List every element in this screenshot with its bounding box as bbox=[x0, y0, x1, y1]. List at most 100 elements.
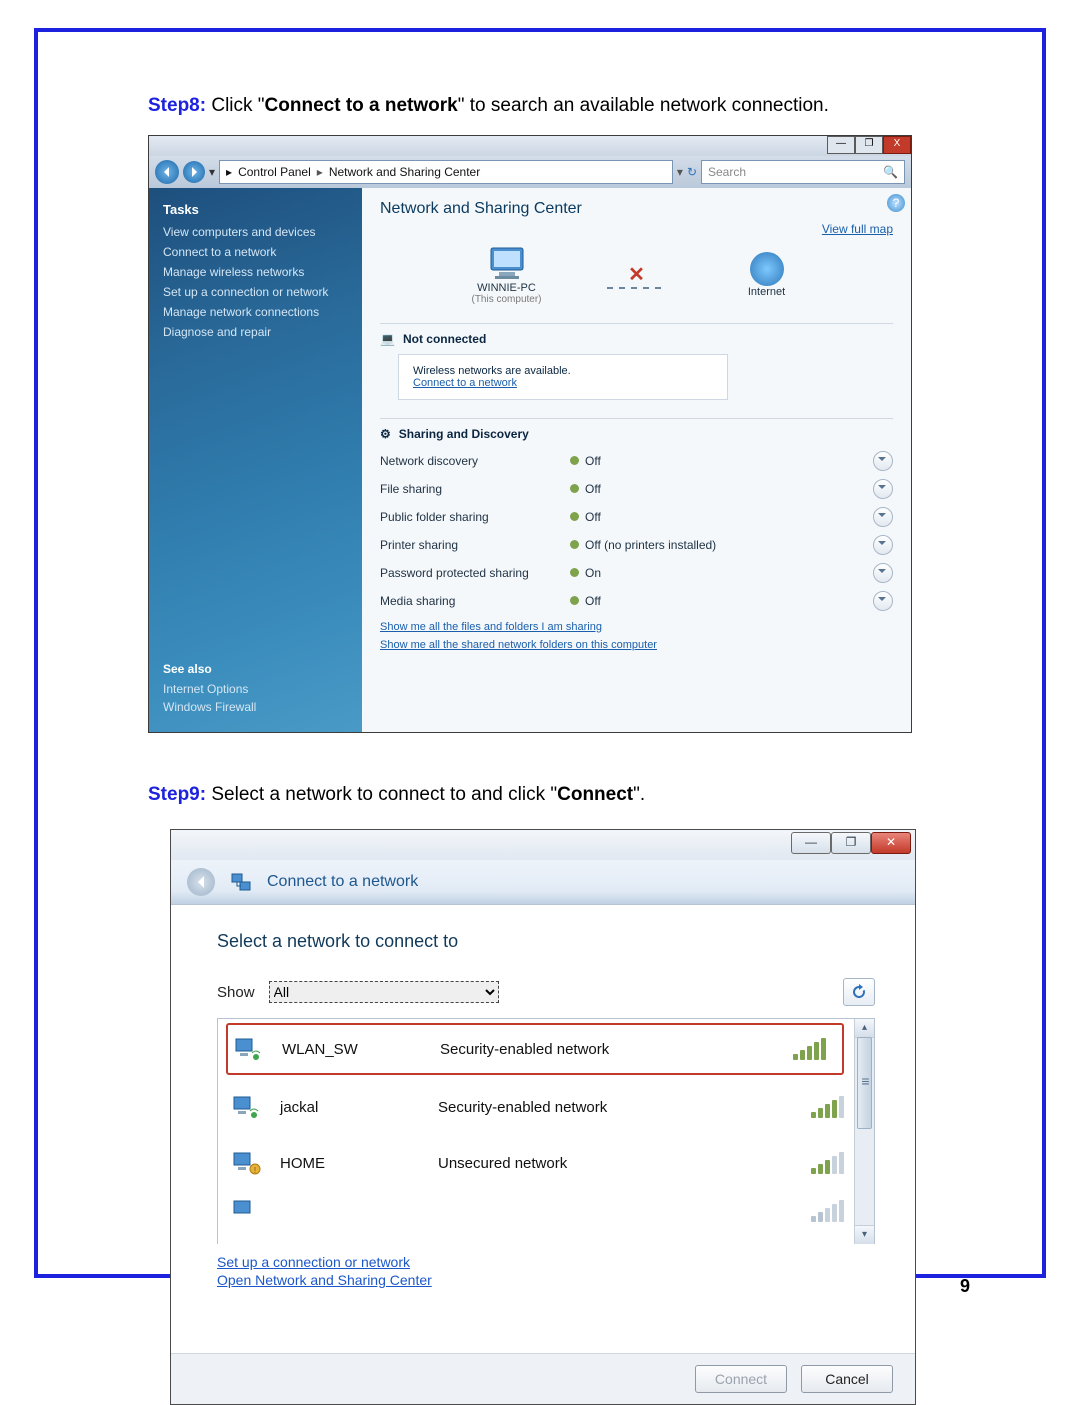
dialog-header: Connect to a network bbox=[171, 860, 915, 905]
expand-button[interactable] bbox=[873, 591, 893, 611]
signal-strength-icon bbox=[811, 1200, 844, 1222]
status-dot-icon bbox=[570, 512, 579, 521]
signal-strength-icon bbox=[793, 1038, 826, 1060]
step9-label: Step9: bbox=[148, 784, 206, 805]
task-setup-connection[interactable]: Set up a connection or network bbox=[163, 285, 350, 299]
screenshot-connect-to-network: — ❐ ✕ Connect to a network Select a netw… bbox=[170, 829, 916, 1405]
wifi-network-unsecured-icon: ! bbox=[232, 1149, 262, 1177]
row-network-discovery: Network discovery Off bbox=[380, 447, 893, 475]
network-row-partial[interactable] bbox=[218, 1191, 874, 1231]
computer-icon bbox=[487, 246, 527, 282]
expand-button[interactable] bbox=[873, 479, 893, 499]
row-public-folder: Public folder sharing Off bbox=[380, 503, 893, 531]
breadcrumb[interactable]: ▸ Control Panel ▸ Network and Sharing Ce… bbox=[219, 160, 673, 184]
not-connected-section: 💻Not connected Wireless networks are ava… bbox=[380, 323, 893, 400]
dialog-footer: Connect Cancel bbox=[171, 1353, 915, 1404]
breadcrumb-network-sharing[interactable]: Network and Sharing Center bbox=[329, 165, 480, 179]
back-button[interactable] bbox=[187, 868, 215, 896]
see-also-windows-firewall[interactable]: Windows Firewall bbox=[163, 700, 256, 714]
map-line bbox=[607, 287, 667, 289]
map-this-pc: WINNIE-PC (This computer) bbox=[447, 246, 567, 305]
globe-icon bbox=[750, 252, 784, 286]
step9-text: Step9: Select a network to connect to an… bbox=[148, 781, 942, 810]
row-media-sharing: Media sharing Off bbox=[380, 587, 893, 615]
minimize-button[interactable]: — bbox=[827, 136, 855, 154]
task-diagnose[interactable]: Diagnose and repair bbox=[163, 325, 350, 339]
breadcrumb-control-panel[interactable]: Control Panel bbox=[238, 165, 311, 179]
dialog-heading: Select a network to connect to bbox=[217, 931, 875, 952]
map-internet: Internet bbox=[707, 252, 827, 298]
dialog-title: Connect to a network bbox=[267, 873, 418, 891]
content-pane: ? Network and Sharing Center View full m… bbox=[362, 188, 911, 732]
tasks-sidebar: Tasks View computers and devices Connect… bbox=[149, 188, 362, 732]
see-also-heading: See also bbox=[163, 662, 256, 676]
refresh-button[interactable] bbox=[843, 978, 875, 1006]
network-icon bbox=[231, 872, 251, 892]
search-icon: 🔍 bbox=[883, 165, 898, 179]
task-connect-network[interactable]: Connect to a network bbox=[163, 245, 350, 259]
computer-small-icon: 💻 bbox=[380, 332, 395, 346]
expand-button[interactable] bbox=[873, 507, 893, 527]
expand-button[interactable] bbox=[873, 563, 893, 583]
back-button[interactable] bbox=[155, 160, 179, 184]
status-dot-icon bbox=[570, 596, 579, 605]
status-dot-icon bbox=[570, 540, 579, 549]
search-input[interactable]: Search 🔍 bbox=[701, 160, 905, 184]
page-title: Network and Sharing Center bbox=[380, 200, 893, 218]
row-printer-sharing: Printer sharing Off (no printers install… bbox=[380, 531, 893, 559]
see-also-section: See also Internet Options Windows Firewa… bbox=[163, 662, 256, 718]
tasks-heading: Tasks bbox=[163, 202, 350, 217]
screenshot-network-sharing-center: — ❐ X ▾ ▸ Control Panel ▸ Network and Sh… bbox=[148, 135, 912, 733]
task-manage-connections[interactable]: Manage network connections bbox=[163, 305, 350, 319]
show-dropdown[interactable]: All bbox=[269, 981, 499, 1003]
connect-button[interactable]: Connect bbox=[695, 1365, 787, 1393]
sharing-icon: ⚙ bbox=[380, 427, 391, 441]
network-row-selected[interactable]: WLAN_SW Security-enabled network bbox=[226, 1023, 844, 1075]
show-filter-row: Show All bbox=[217, 978, 875, 1006]
status-dot-icon bbox=[570, 568, 579, 577]
page-number: 9 bbox=[960, 1276, 970, 1297]
maximize-button[interactable]: ❐ bbox=[831, 832, 871, 854]
network-map: WINNIE-PC (This computer) ✕ Internet bbox=[380, 246, 893, 305]
row-file-sharing: File sharing Off bbox=[380, 475, 893, 503]
status-dot-icon bbox=[570, 484, 579, 493]
row-password-sharing: Password protected sharing On bbox=[380, 559, 893, 587]
svg-text:!: ! bbox=[254, 1166, 256, 1175]
task-view-computers[interactable]: View computers and devices bbox=[163, 225, 350, 239]
wifi-network-icon bbox=[234, 1035, 264, 1063]
expand-button[interactable] bbox=[873, 451, 893, 471]
step8-label: Step8: bbox=[148, 95, 206, 116]
open-network-center-link[interactable]: Open Network and Sharing Center bbox=[217, 1272, 875, 1288]
show-label: Show bbox=[217, 984, 255, 1001]
scroll-up-button[interactable]: ▴ bbox=[855, 1019, 874, 1038]
step8-text: Step8: Click "Connect to a network" to s… bbox=[148, 92, 942, 121]
bottom-links: Set up a connection or network Open Netw… bbox=[217, 1254, 875, 1288]
wifi-network-icon bbox=[232, 1197, 262, 1225]
refresh-icon bbox=[851, 984, 867, 1000]
network-list: ▴ ≡ ▾ WLAN_SW Security-enabled network bbox=[217, 1018, 875, 1244]
network-row[interactable]: ! HOME Unsecured network bbox=[218, 1135, 874, 1191]
forward-button[interactable] bbox=[183, 161, 205, 183]
show-me-files-link[interactable]: Show me all the files and folders I am s… bbox=[380, 621, 893, 633]
show-me-folders-link[interactable]: Show me all the shared network folders o… bbox=[380, 639, 893, 651]
wifi-network-icon bbox=[232, 1093, 262, 1121]
maximize-button[interactable]: ❐ bbox=[855, 136, 883, 154]
wireless-available-box: Wireless networks are available. Connect… bbox=[398, 354, 728, 400]
signal-strength-icon bbox=[811, 1152, 844, 1174]
connect-to-network-link[interactable]: Connect to a network bbox=[413, 377, 517, 389]
close-button[interactable]: X bbox=[883, 136, 911, 154]
view-full-map-link[interactable]: View full map bbox=[822, 222, 893, 236]
sharing-discovery-section: ⚙Sharing and Discovery Network discovery… bbox=[380, 418, 893, 651]
cancel-button[interactable]: Cancel bbox=[801, 1365, 893, 1393]
help-icon[interactable]: ? bbox=[887, 194, 905, 212]
expand-button[interactable] bbox=[873, 535, 893, 555]
address-bar-row: ▾ ▸ Control Panel ▸ Network and Sharing … bbox=[149, 156, 911, 188]
network-row[interactable]: jackal Security-enabled network bbox=[218, 1079, 874, 1135]
map-disconnected-icon: ✕ bbox=[628, 262, 645, 287]
minimize-button[interactable]: — bbox=[791, 832, 831, 854]
setup-connection-link[interactable]: Set up a connection or network bbox=[217, 1254, 875, 1270]
signal-strength-icon bbox=[811, 1096, 844, 1118]
task-manage-wireless[interactable]: Manage wireless networks bbox=[163, 265, 350, 279]
close-button[interactable]: ✕ bbox=[871, 832, 911, 854]
see-also-internet-options[interactable]: Internet Options bbox=[163, 682, 256, 696]
